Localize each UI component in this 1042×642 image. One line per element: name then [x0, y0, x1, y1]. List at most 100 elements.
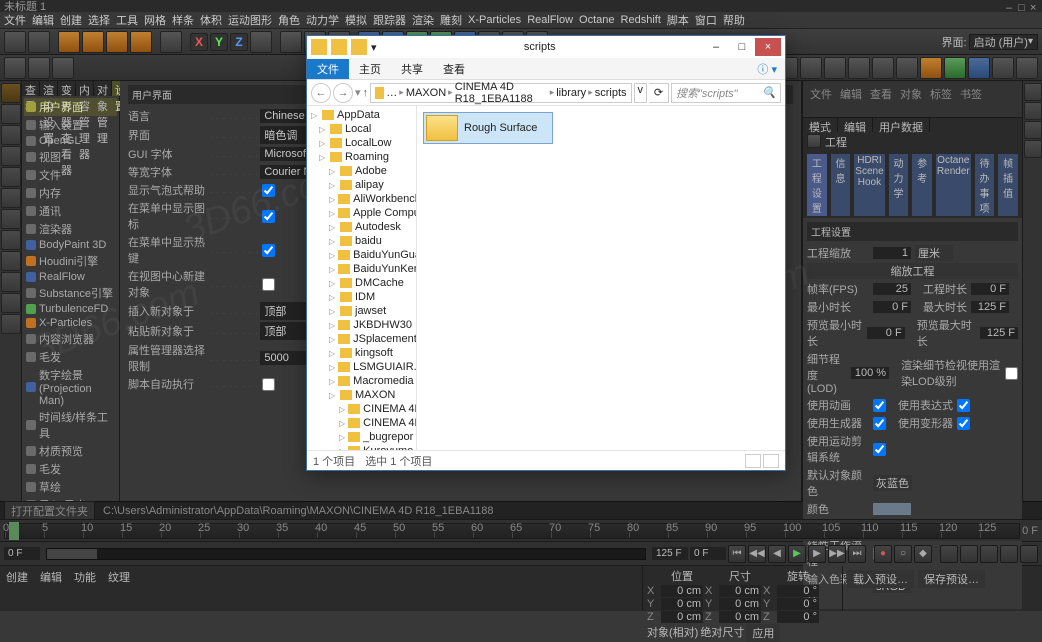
nav-tree-folder[interactable]: ▷_bugrepor — [309, 430, 414, 444]
recent-tools-icon[interactable] — [160, 31, 182, 53]
scale-key-icon[interactable] — [960, 545, 978, 563]
material-tab[interactable]: 纹理 — [104, 568, 134, 586]
xp-icon-8[interactable] — [824, 57, 846, 79]
rt-icon-4[interactable] — [1024, 140, 1042, 158]
expand-icon[interactable]: ▷ — [319, 139, 327, 148]
prefs-tree-item[interactable]: 数字绘景 (Projection Man) — [24, 366, 117, 408]
view-large-icon[interactable] — [763, 454, 779, 468]
nav-tree-folder[interactable]: ▷alipay — [309, 178, 414, 192]
attr-value[interactable]: 25 — [873, 283, 911, 295]
menu-角色[interactable]: 角色 — [278, 12, 300, 28]
point-mode-icon[interactable] — [1, 167, 21, 187]
menu-脚本[interactable]: 脚本 — [667, 12, 689, 28]
menu-编辑[interactable]: 编辑 — [32, 12, 54, 28]
render-view-icon[interactable] — [280, 31, 302, 53]
explorer-search-input[interactable]: 搜索"scripts" 🔍 — [671, 83, 781, 103]
xp-icon-14[interactable] — [968, 57, 990, 79]
attr-value[interactable]: 0 F — [867, 327, 905, 339]
max-icon[interactable]: □ — [1018, 2, 1026, 10]
menu-体积[interactable]: 体积 — [200, 12, 222, 28]
prefs-tree-item[interactable]: Substance引擎 — [24, 284, 117, 302]
menu-选择[interactable]: 选择 — [88, 12, 110, 28]
prefs-tree-item[interactable]: BodyPaint 3D — [24, 238, 117, 252]
expand-icon[interactable]: ▷ — [329, 279, 337, 288]
nav-back-icon[interactable]: ← — [311, 83, 331, 103]
nav-tree-folder[interactable]: ▷BaiduYunGua — [309, 248, 414, 262]
attr-value[interactable]: 125 F — [980, 327, 1018, 339]
menu-X-Particles[interactable]: X-Particles — [468, 14, 521, 26]
axis-mode-icon[interactable] — [1, 230, 21, 250]
nav-forward-icon[interactable]: → — [333, 83, 353, 103]
nav-tree-folder[interactable]: ▷Adobe — [309, 164, 414, 178]
nav-tree-folder[interactable]: ▷Autodesk — [309, 220, 414, 234]
left-tab[interactable]: 内容管理器 — [76, 81, 94, 96]
material-tab[interactable]: 功能 — [70, 568, 100, 586]
nav-tree-folder[interactable]: ▷Apple Compu — [309, 206, 414, 220]
menu-雕刻[interactable]: 雕刻 — [440, 12, 462, 28]
expand-icon[interactable]: ▷ — [329, 209, 335, 218]
attr-header-cell[interactable]: 待办事项 — [975, 154, 995, 216]
attr-value[interactable]: 1 — [873, 247, 911, 259]
xp-icon-13[interactable] — [944, 57, 966, 79]
xp-icon-11[interactable] — [896, 57, 918, 79]
explorer-titlebar[interactable]: ▾ scripts – □ × — [307, 36, 785, 58]
open-config-button[interactable]: 打开配置文件夹 — [4, 501, 95, 521]
expand-icon[interactable]: ▷ — [319, 125, 327, 134]
layout-dropdown[interactable]: 启动 (用户) ▾ — [969, 34, 1038, 50]
expand-icon[interactable]: ▷ — [329, 307, 337, 316]
expand-icon[interactable]: ▷ — [329, 265, 335, 274]
file-explorer-window[interactable]: ▾ scripts – □ × 文件主页共享查看ⓘ ▾ ← → ▾ ↑ …▸MA… — [306, 35, 786, 471]
coord-value[interactable]: 0 cm — [719, 611, 761, 623]
min-icon[interactable]: – — [1006, 2, 1014, 10]
expand-icon[interactable]: ▷ — [329, 223, 337, 232]
expand-icon[interactable]: ▷ — [319, 153, 327, 162]
prefs-tree-item[interactable]: 材质预览 — [24, 442, 117, 460]
prefs-tree-item[interactable]: 时间线/样条工具 — [24, 408, 117, 442]
coord-size-dd[interactable]: 绝对尺寸 — [700, 624, 744, 642]
nav-tree-folder[interactable]: ▷AppData — [309, 108, 414, 122]
axis-x-icon[interactable]: X — [190, 33, 208, 51]
objmgr-menu[interactable]: 文件 — [807, 85, 835, 109]
explorer-ribbon-tab[interactable]: 查看 — [433, 59, 475, 79]
attr-value[interactable]: 0 F — [873, 301, 911, 313]
nav-tree-folder[interactable]: ▷AliWorkbench — [309, 192, 414, 206]
nav-tree-folder[interactable]: ▷Macromedia — [309, 374, 414, 388]
expand-icon[interactable]: ▷ — [339, 419, 345, 428]
objmgr-menu[interactable]: 编辑 — [837, 85, 865, 109]
poly-mode-icon[interactable] — [1, 209, 21, 229]
nav-tree-folder[interactable]: ▷baidu — [309, 234, 414, 248]
current-frame[interactable]: 0 F — [690, 547, 726, 560]
explorer-min-icon[interactable]: – — [703, 38, 729, 56]
nav-tree-folder[interactable]: ▷jawset — [309, 304, 414, 318]
expand-icon[interactable]: ▷ — [329, 293, 337, 302]
workplane-mode-icon[interactable] — [1, 146, 21, 166]
model-mode-icon[interactable] — [1, 83, 21, 103]
rotate-icon[interactable] — [130, 31, 152, 53]
explorer-content[interactable]: Rough Surface — [417, 106, 785, 450]
nav-tree-folder[interactable]: ▷JSplacement — [309, 332, 414, 346]
attr-value[interactable]: 100 % — [851, 367, 889, 379]
autokey-icon[interactable]: ○ — [894, 545, 912, 563]
attr-tab[interactable]: 用户数据 — [873, 118, 930, 132]
settings-number[interactable]: 5000 — [260, 351, 310, 365]
breadcrumb-segment[interactable]: MAXON — [406, 87, 446, 99]
menu-工具[interactable]: 工具 — [116, 12, 138, 28]
rt-icon-2[interactable] — [1024, 102, 1042, 120]
nav-tree-folder[interactable]: ▷IDM — [309, 290, 414, 304]
prefs-tree-item[interactable]: 毛发 — [24, 460, 117, 478]
nav-tree-folder[interactable]: ▷LSMGUIAIR.7 — [309, 360, 414, 374]
attr-header-cell[interactable]: 动力学 — [889, 154, 909, 216]
expand-icon[interactable]: ▷ — [329, 251, 335, 260]
menu-Redshift[interactable]: Redshift — [621, 14, 661, 26]
coord-sys-icon[interactable] — [250, 31, 272, 53]
menu-运动图形[interactable]: 运动图形 — [228, 12, 272, 28]
menu-RealFlow[interactable]: RealFlow — [527, 14, 573, 26]
attr-checkbox[interactable] — [873, 399, 886, 412]
coord-value[interactable]: 0 cm — [661, 598, 703, 610]
menu-模拟[interactable]: 模拟 — [345, 12, 367, 28]
nav-tree-folder[interactable]: ▷CINEMA 4D — [309, 402, 414, 416]
object-mode-icon[interactable] — [1, 104, 21, 124]
prefs-tree-item[interactable]: 毛发 — [24, 348, 117, 366]
attr-header-cell[interactable]: 帧插值 — [998, 154, 1018, 216]
attr-value[interactable]: 0 F — [971, 283, 1009, 295]
